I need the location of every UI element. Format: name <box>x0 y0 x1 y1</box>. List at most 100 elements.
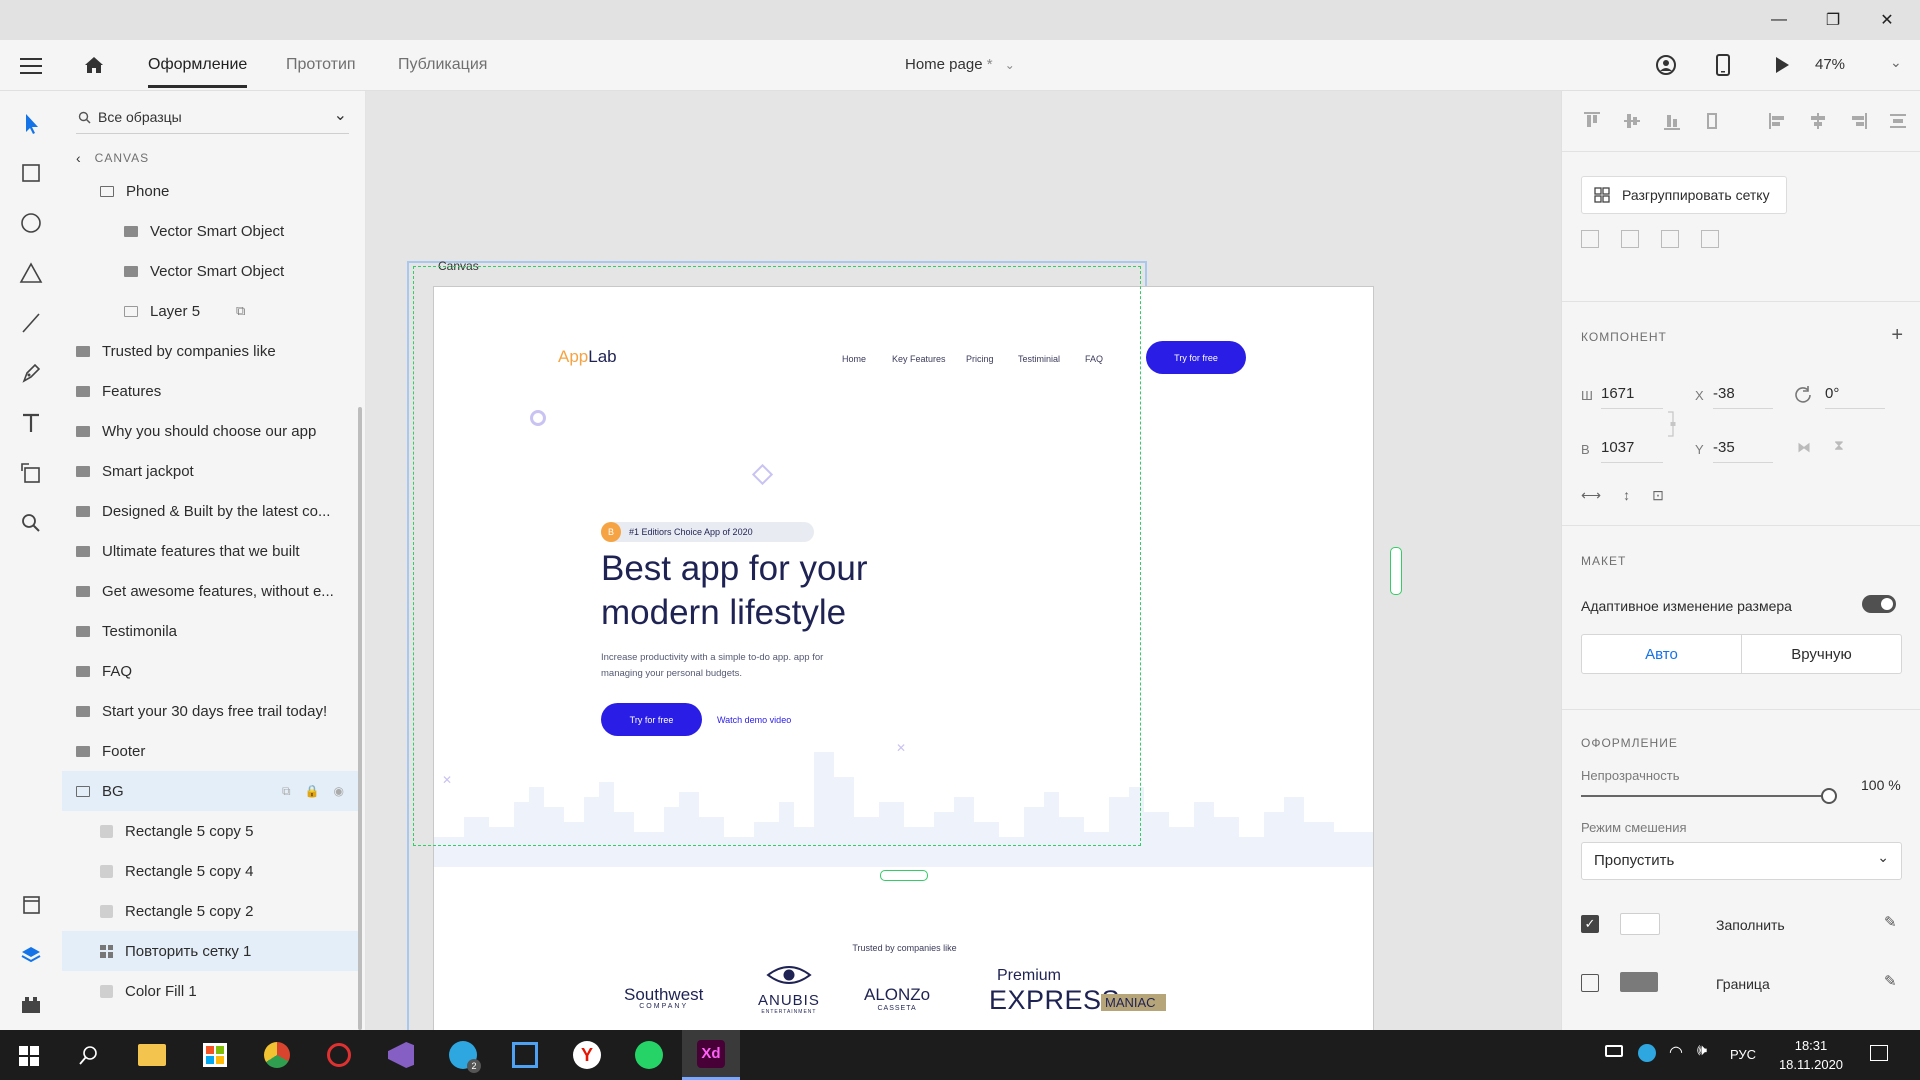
assets-panel-icon[interactable] <box>15 889 47 921</box>
volume-icon[interactable]: 🕪 <box>1697 1042 1707 1060</box>
border-eyedropper-icon[interactable]: ✎ <box>1884 972 1897 990</box>
resize-manual-option[interactable]: Вручную <box>1742 635 1901 673</box>
opacity-value[interactable]: 100 % <box>1861 777 1901 793</box>
layer-row[interactable]: Footer <box>62 731 358 771</box>
fill-checkbox[interactable]: ✓ <box>1581 915 1599 933</box>
artboard-tool-icon[interactable] <box>15 457 47 489</box>
chevron-left-icon[interactable]: ‹ <box>76 150 81 166</box>
flip-horizontal-icon[interactable]: ⧓ <box>1797 439 1811 456</box>
telegram-tray-icon[interactable] <box>1638 1044 1656 1062</box>
hamburger-menu-icon[interactable] <box>20 55 42 75</box>
layer-row[interactable]: Smart jackpot <box>62 451 358 491</box>
browser-icon[interactable] <box>248 1030 306 1080</box>
boolean-exclude-icon[interactable] <box>1701 230 1719 248</box>
layer-row[interactable]: Rectangle 5 copy 5 <box>62 811 358 851</box>
blend-mode-select[interactable]: Пропустить ⌄ <box>1581 842 1902 880</box>
layer-row[interactable]: BG ⧉ 🔒 ◉ <box>62 771 358 811</box>
ellipse-tool-icon[interactable] <box>15 207 47 239</box>
lock-icon[interactable]: 🔒 <box>305 784 320 799</box>
system-clock[interactable]: 18:31 18.11.2020 <box>1770 1036 1852 1074</box>
line-tool-icon[interactable] <box>15 307 47 339</box>
play-preview-icon[interactable] <box>1773 55 1791 75</box>
close-button[interactable]: ✕ <box>1864 0 1910 40</box>
polygon-tool-icon[interactable] <box>15 257 47 289</box>
nav-try-free-button[interactable]: Try for free <box>1146 341 1246 374</box>
layer-row[interactable]: Rectangle 5 copy 2 <box>62 891 358 931</box>
repeat-grid-bounds[interactable] <box>413 266 1141 846</box>
flip-vertical-icon[interactable]: ⧗ <box>1834 437 1844 454</box>
align-top-icon[interactable] <box>1580 109 1604 133</box>
ungroup-grid-button[interactable]: Разгруппировать сетку <box>1581 176 1787 214</box>
layer-row[interactable]: Designed & Built by the latest co... <box>62 491 358 531</box>
height-input[interactable]: 1037 <box>1601 439 1663 463</box>
tab-design[interactable]: Оформление <box>148 40 248 90</box>
breadcrumb[interactable]: ‹ CANVAS <box>76 146 149 170</box>
wifi-icon[interactable]: ◠ <box>1669 1042 1683 1062</box>
align-right-icon[interactable] <box>1846 109 1870 133</box>
responsive-resize-toggle[interactable] <box>1862 595 1896 613</box>
zoom-tool-icon[interactable] <box>15 507 47 539</box>
fix-height-icon[interactable]: ↕ <box>1623 487 1630 504</box>
boolean-add-icon[interactable] <box>1581 230 1599 248</box>
layers-search[interactable]: Все образцы ⌄ <box>76 103 349 134</box>
text-tool-icon[interactable] <box>15 407 47 439</box>
layers-panel-icon[interactable] <box>15 939 47 971</box>
distribute-vertical-icon[interactable] <box>1700 109 1724 133</box>
external-link-icon[interactable]: ⧉ <box>282 784 291 799</box>
repeat-grid-horizontal-handle[interactable] <box>1390 547 1402 595</box>
layer-row[interactable]: Phone <box>62 171 358 211</box>
pin-icon[interactable]: ⊡ <box>1652 487 1664 504</box>
y-input[interactable]: -35 <box>1713 439 1773 463</box>
plugins-panel-icon[interactable] <box>15 989 47 1021</box>
store-icon[interactable] <box>186 1030 244 1080</box>
mobile-preview-icon[interactable] <box>1715 53 1731 77</box>
layer-row[interactable]: Vector Smart Object <box>62 211 358 251</box>
layer-row[interactable]: Layer 5 ⧉ <box>62 291 358 331</box>
layer-row[interactable]: Rectangle 5 copy 4 <box>62 851 358 891</box>
tab-prototype[interactable]: Прототип <box>286 40 356 90</box>
design-canvas[interactable]: Canvas AppLab Home Key Features Pricing … <box>366 91 1561 1030</box>
border-color-swatch[interactable] <box>1620 972 1658 992</box>
layer-row[interactable]: Features <box>62 371 358 411</box>
windows-start-icon[interactable] <box>19 1046 39 1066</box>
chevron-down-icon[interactable]: ⌄ <box>334 105 347 125</box>
search-icon[interactable] <box>78 1044 100 1066</box>
layer-row[interactable]: Why you should choose our app <box>62 411 358 451</box>
red-app-icon[interactable] <box>310 1030 368 1080</box>
minimize-button[interactable]: — <box>1756 0 1802 40</box>
layer-row[interactable]: Vector Smart Object <box>62 251 358 291</box>
rectangle-tool-icon[interactable] <box>15 157 47 189</box>
align-center-icon[interactable] <box>1806 109 1830 133</box>
telegram-icon[interactable]: 2 <box>434 1030 492 1080</box>
layer-row[interactable]: Trusted by companies like <box>62 331 358 371</box>
zoom-level[interactable]: 47% <box>1815 40 1845 90</box>
layer-row[interactable]: Get awesome features, without e... <box>62 571 358 611</box>
layer-row[interactable]: Ultimate features that we built <box>62 531 358 571</box>
opacity-slider-track[interactable] <box>1581 795 1829 797</box>
battery-icon[interactable] <box>1605 1045 1623 1057</box>
fill-color-swatch[interactable] <box>1620 913 1660 935</box>
opacity-slider-thumb[interactable] <box>1821 788 1837 804</box>
yandex-browser-icon[interactable]: Y <box>558 1030 616 1080</box>
rotation-input[interactable]: 0° <box>1825 385 1885 409</box>
share-user-icon[interactable] <box>1655 54 1677 76</box>
code-editor-icon[interactable] <box>496 1030 554 1080</box>
select-tool-icon[interactable] <box>15 107 47 139</box>
notifications-icon[interactable] <box>1870 1045 1888 1061</box>
chevron-down-icon[interactable]: ⌄ <box>1890 54 1902 71</box>
maximize-button[interactable]: ❐ <box>1810 0 1856 40</box>
whatsapp-icon[interactable] <box>620 1030 678 1080</box>
layer-row[interactable]: Повторить сетку 1 <box>62 931 358 971</box>
width-input[interactable]: 1671 <box>1601 385 1663 409</box>
tab-share[interactable]: Публикация <box>398 40 487 90</box>
pen-tool-icon[interactable] <box>15 357 47 389</box>
external-link-icon[interactable]: ⧉ <box>236 303 245 319</box>
file-explorer-icon[interactable] <box>123 1030 181 1080</box>
repeat-grid-vertical-handle[interactable] <box>880 870 928 881</box>
fill-eyedropper-icon[interactable]: ✎ <box>1884 913 1897 931</box>
input-language[interactable]: РУС <box>1730 1047 1756 1062</box>
visual-studio-icon[interactable] <box>372 1030 430 1080</box>
border-checkbox[interactable] <box>1581 974 1599 992</box>
layer-row[interactable]: Color Fill 1 <box>62 971 358 1011</box>
lock-aspect-icon[interactable] <box>1668 410 1678 438</box>
